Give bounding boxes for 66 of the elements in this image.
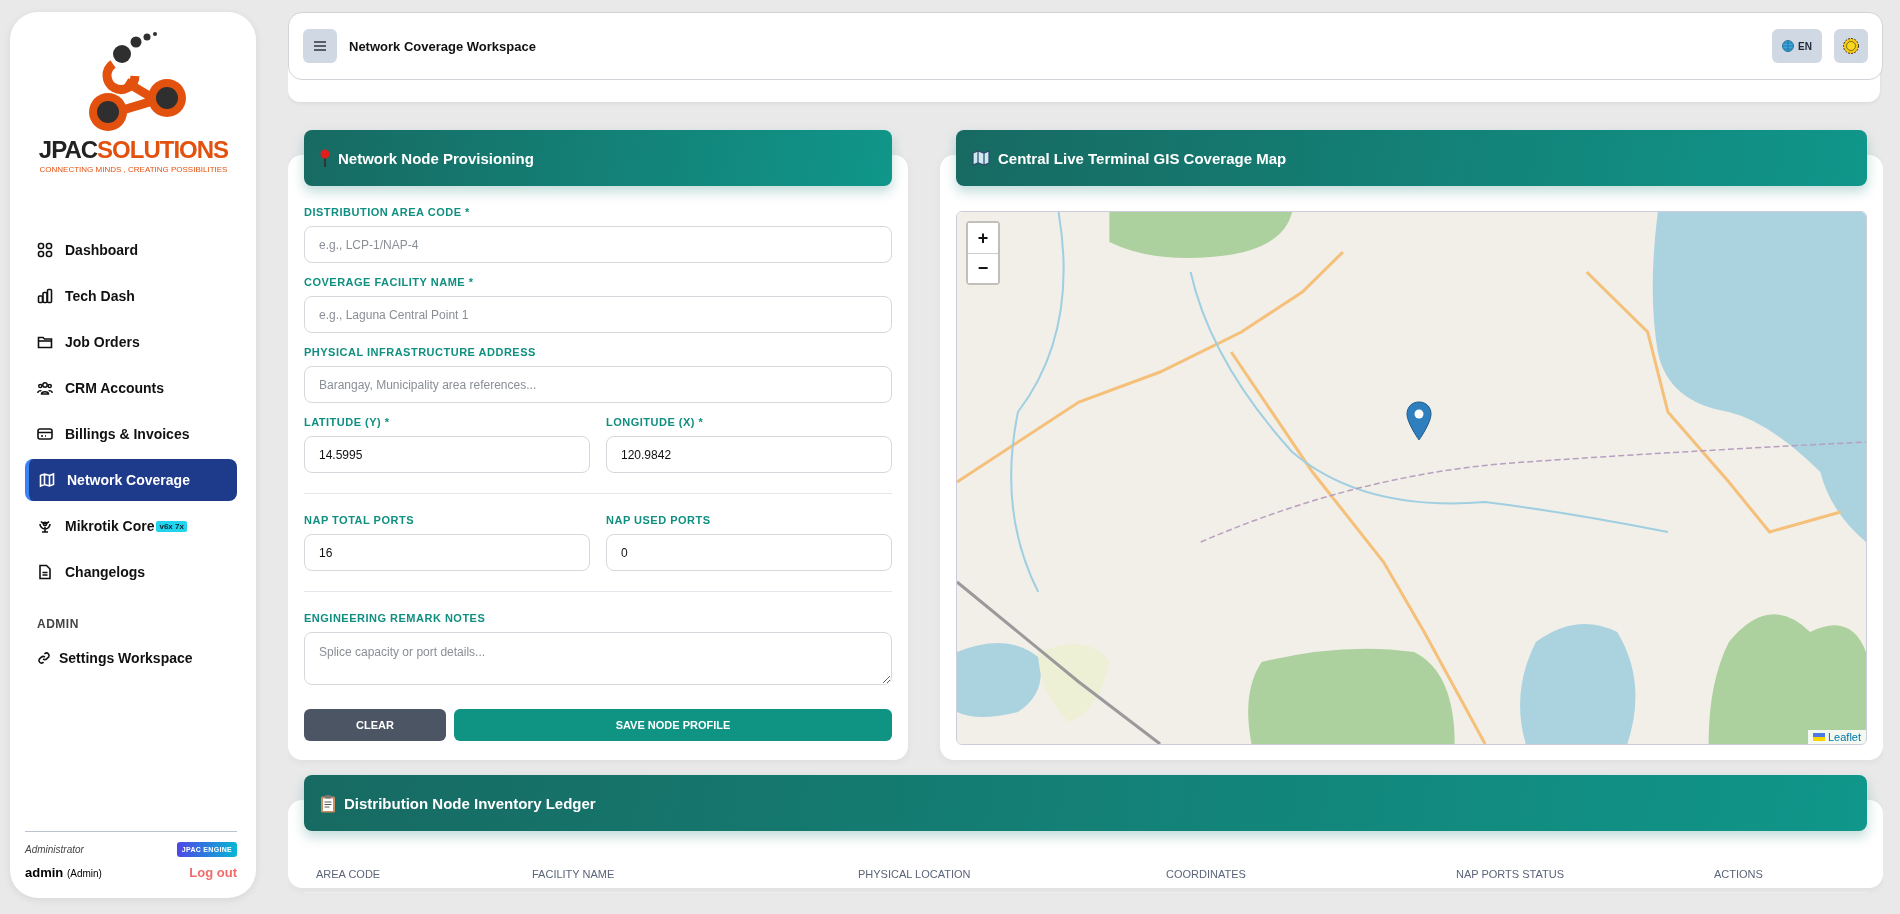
sidebar-item[interactable]: CRM Accounts — [25, 367, 237, 409]
pushpin-icon — [320, 149, 330, 167]
field-label: PHYSICAL INFRASTRUCTURE ADDRESS — [304, 346, 537, 358]
folder-icon — [37, 334, 53, 350]
field-label: NAP USED PORTS — [606, 514, 712, 526]
section-title: ADMIN — [37, 617, 80, 631]
sidebar-item[interactable]: Job Orders — [25, 321, 237, 363]
column-header: COORDINATES — [1165, 868, 1247, 880]
map-icon — [972, 150, 990, 166]
logo-wordmark: JPACSOLUTIONS — [38, 138, 229, 162]
field-label: DISTRIBUTION AREA CODE * — [304, 206, 471, 218]
version-badge: v6x 7x — [156, 520, 187, 532]
sidebar-item[interactable]: Tech Dash — [25, 275, 237, 317]
notes-field[interactable]: Splice capacity or port details... — [304, 632, 892, 685]
sidebar-item[interactable]: Changelogs — [25, 551, 237, 593]
column-header: ACTIONS — [1713, 868, 1764, 880]
column-header: FACILITY NAME — [531, 868, 616, 880]
grid-icon — [37, 242, 53, 258]
column-header: AREA CODE — [315, 868, 382, 880]
user-role-label: Administrator — [25, 844, 84, 855]
column-header: NAP PORTS STATUS — [1455, 868, 1565, 880]
globe-icon — [1782, 40, 1795, 52]
sun-icon — [1843, 38, 1859, 54]
clipboard-icon — [320, 793, 336, 813]
card-title: Network Node Provisioning — [338, 149, 534, 167]
theme-button[interactable] — [1834, 29, 1868, 63]
user-name: admin (Admin) — [25, 865, 102, 880]
input-field[interactable]: 16 — [304, 534, 590, 571]
input-field[interactable]: e.g., LCP-1/NAP-4 — [304, 226, 892, 263]
input-field[interactable]: 120.9842 — [606, 436, 892, 473]
zoom-in-button[interactable]: + — [968, 223, 998, 253]
card-icon — [37, 426, 53, 442]
map-icon — [39, 472, 55, 488]
sidebar-item[interactable]: Billings & Invoices — [25, 413, 237, 455]
bar-chart-icon — [37, 288, 53, 304]
map-marker-icon — [1406, 401, 1432, 441]
sidebar-item[interactable]: Settings Workspace — [25, 637, 237, 679]
input-field[interactable]: e.g., Laguna Central Point 1 — [304, 296, 892, 333]
menu-icon — [314, 41, 326, 51]
users-icon — [37, 380, 53, 396]
antenna-icon — [37, 518, 53, 534]
clear-button[interactable]: CLEAR — [304, 709, 446, 741]
card-title: Central Live Terminal GIS Coverage Map — [998, 149, 1287, 167]
document-icon — [37, 564, 53, 580]
field-label: ENGINEERING REMARK NOTES — [304, 612, 487, 624]
field-label: LATITUDE (Y) * — [304, 416, 391, 428]
input-field[interactable]: 0 — [606, 534, 892, 571]
link-icon — [37, 651, 51, 665]
language-button[interactable]: EN — [1772, 29, 1822, 63]
card-title: Distribution Node Inventory Ledger — [344, 794, 596, 812]
zoom-out-button[interactable]: − — [968, 253, 998, 283]
column-header: PHYSICAL LOCATION — [857, 868, 972, 880]
menu-button[interactable] — [303, 29, 337, 63]
field-label: LONGITUDE (X) * — [606, 416, 705, 428]
field-label: NAP TOTAL PORTS — [304, 514, 415, 526]
attribution-link[interactable]: Leaflet — [1807, 730, 1866, 744]
input-field[interactable]: 14.5995 — [304, 436, 590, 473]
logo-tagline: CONNECTING MINDS , CREATING POSSIBILITIES — [39, 165, 228, 174]
flag-icon — [1812, 733, 1825, 741]
sidebar-item[interactable]: Dashboard — [25, 229, 237, 271]
field-label: COVERAGE FACILITY NAME * — [304, 276, 475, 288]
save-button[interactable]: SAVE NODE PROFILE — [454, 709, 892, 741]
sidebar-item[interactable]: Mikrotik Core v6x 7x — [25, 505, 237, 547]
input-field[interactable]: Barangay, Municipality area references... — [304, 366, 892, 403]
page-title: Network Coverage Workspace — [349, 38, 537, 54]
sidebar-item[interactable]: Network Coverage — [25, 459, 237, 501]
